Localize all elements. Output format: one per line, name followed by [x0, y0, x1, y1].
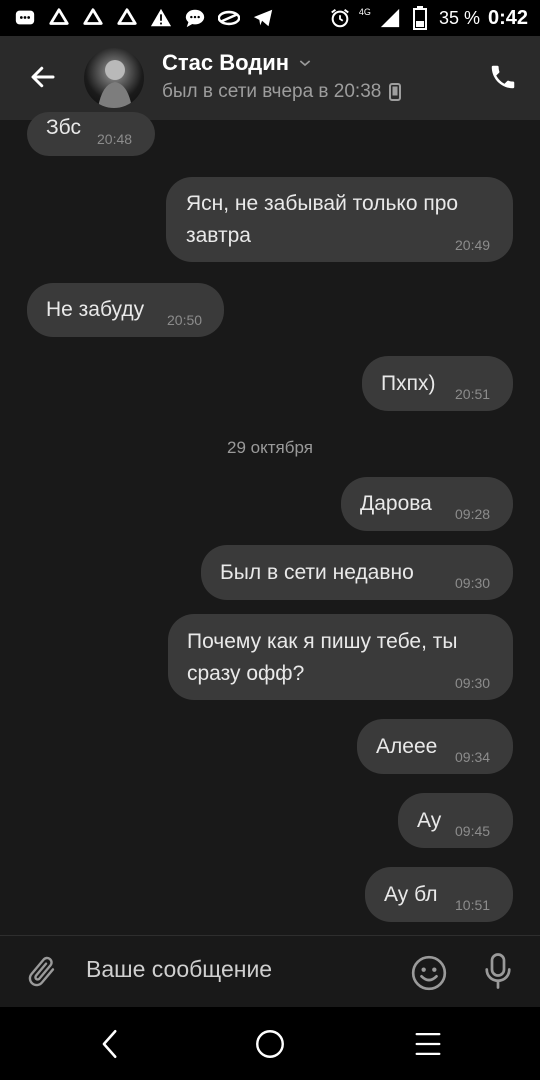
message-text: Збс — [46, 116, 81, 139]
message-time: 20:51 — [455, 386, 491, 402]
message-bubble-incoming[interactable]: Збс 20:48 — [27, 112, 155, 156]
message-bubble-outgoing[interactable]: Алеее 09:34 — [357, 719, 513, 774]
message-time: 20:49 — [455, 237, 491, 253]
message-text: Не забуду — [46, 298, 145, 321]
message-bubble-outgoing[interactable]: Ау бл 10:51 — [365, 867, 513, 922]
message-bubble-outgoing[interactable]: Был в сети недавно 09:30 — [201, 545, 513, 600]
voice-message-button[interactable] — [480, 951, 516, 991]
message-time: 09:28 — [455, 506, 491, 522]
clock: 0:42 — [487, 6, 528, 29]
contact-name: Стас Водин — [162, 50, 290, 75]
nav-recents-button[interactable] — [411, 1027, 445, 1061]
message-input[interactable]: Ваше сообщение — [86, 956, 272, 983]
nav-back-button[interactable] — [94, 1027, 128, 1061]
beeline-icon — [218, 7, 240, 29]
message-composer: Ваше сообщение — [0, 935, 540, 1008]
mic-icon — [485, 953, 511, 989]
message-text: Ау — [417, 809, 442, 832]
back-button[interactable] — [24, 58, 62, 96]
last-seen: был в сети вчера в 20:38 — [162, 81, 382, 102]
message-text: Ясн, не забывай только про завтра — [186, 192, 459, 247]
status-bar: 4G 35 % 0:42 — [0, 0, 540, 36]
nav-back-icon — [102, 1029, 117, 1059]
warning-icon — [150, 7, 172, 29]
navigation-bar — [0, 1007, 540, 1080]
avatar[interactable] — [84, 48, 144, 108]
attach-icon — [28, 956, 55, 987]
battery-icon — [409, 6, 431, 30]
signal-icon — [379, 7, 401, 29]
message-text: Ау бл — [384, 883, 438, 906]
message-text: Алеее — [376, 735, 438, 758]
nav-home-icon — [256, 1030, 284, 1058]
chat-icon — [184, 7, 206, 29]
message-bubble-outgoing[interactable]: Дарова 09:28 — [341, 477, 513, 531]
system-indicators: 4G 35 % 0:42 — [329, 0, 528, 36]
telegram-icon — [252, 7, 274, 29]
message-time: 09:34 — [455, 749, 491, 765]
call-button[interactable] — [488, 62, 518, 92]
last-seen-row: был в сети вчера в 20:38 — [162, 81, 402, 103]
message-time: 09:30 — [455, 675, 491, 691]
message-bubble-outgoing[interactable]: Почему как я пишу тебе, ты сразу офф? 09… — [168, 614, 513, 700]
message-text: Пхпх) — [381, 372, 436, 395]
message-time: 10:51 — [455, 897, 491, 913]
sync-icon — [82, 7, 104, 29]
message-time: 20:48 — [97, 131, 133, 147]
sync-icon — [48, 7, 70, 29]
back-arrow-icon — [31, 66, 55, 88]
message-text: Дарова — [360, 492, 432, 515]
message-time: 09:30 — [455, 575, 491, 591]
messenger-icon — [14, 7, 36, 29]
message-bubble-outgoing[interactable]: Ау 09:45 — [398, 793, 513, 848]
message-bubble-outgoing[interactable]: Пхпх) 20:51 — [362, 356, 513, 411]
message-text: Почему как я пишу тебе, ты сразу офф? — [187, 630, 458, 685]
network-type: 4G — [358, 7, 371, 17]
message-bubble-incoming[interactable]: Не забуду 20:50 — [27, 283, 224, 337]
alarm-icon — [329, 7, 351, 29]
contact-title[interactable]: Стас Водин — [162, 50, 313, 76]
mobile-device-icon — [389, 83, 402, 101]
date-separator: 29 октября — [227, 438, 313, 457]
message-time: 09:45 — [455, 823, 491, 839]
attach-button[interactable] — [24, 954, 60, 990]
nav-menu-icon — [415, 1032, 441, 1056]
battery-level: 35 % — [438, 7, 480, 28]
message-bubble-outgoing[interactable]: Ясн, не забывай только про завтра 20:49 — [166, 177, 513, 262]
message-time: 20:50 — [167, 312, 203, 328]
message-text: Был в сети недавно — [220, 561, 414, 584]
chat-header: Стас Водин был в сети вчера в 20:38 — [0, 36, 540, 120]
notification-icons — [14, 7, 274, 29]
nav-home-button[interactable] — [252, 1026, 288, 1062]
phone-icon — [491, 65, 515, 89]
chevron-down-icon — [299, 60, 311, 67]
emoji-button[interactable] — [409, 953, 449, 993]
sync-icon — [116, 7, 138, 29]
emoji-icon — [411, 955, 447, 991]
